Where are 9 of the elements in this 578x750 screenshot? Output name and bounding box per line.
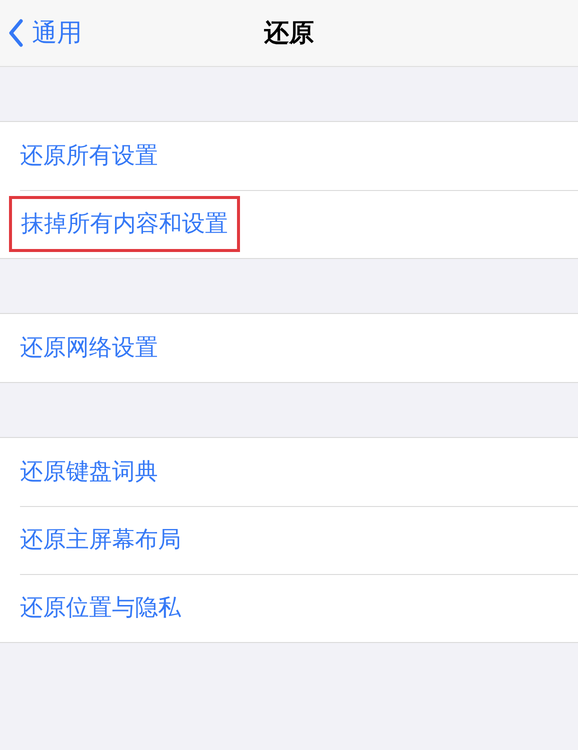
back-button[interactable]: 通用 (8, 14, 82, 52)
row-label: 抹掉所有内容和设置 (9, 196, 240, 252)
row-label: 还原主屏幕布局 (20, 526, 181, 555)
row-label: 还原网络设置 (20, 334, 158, 363)
row-label: 还原所有设置 (20, 142, 158, 171)
row-label: 还原键盘词典 (20, 458, 158, 487)
screen-title: 还原 (264, 17, 314, 50)
chevron-left-icon (8, 18, 24, 47)
row-label: 还原位置与隐私 (20, 594, 181, 623)
